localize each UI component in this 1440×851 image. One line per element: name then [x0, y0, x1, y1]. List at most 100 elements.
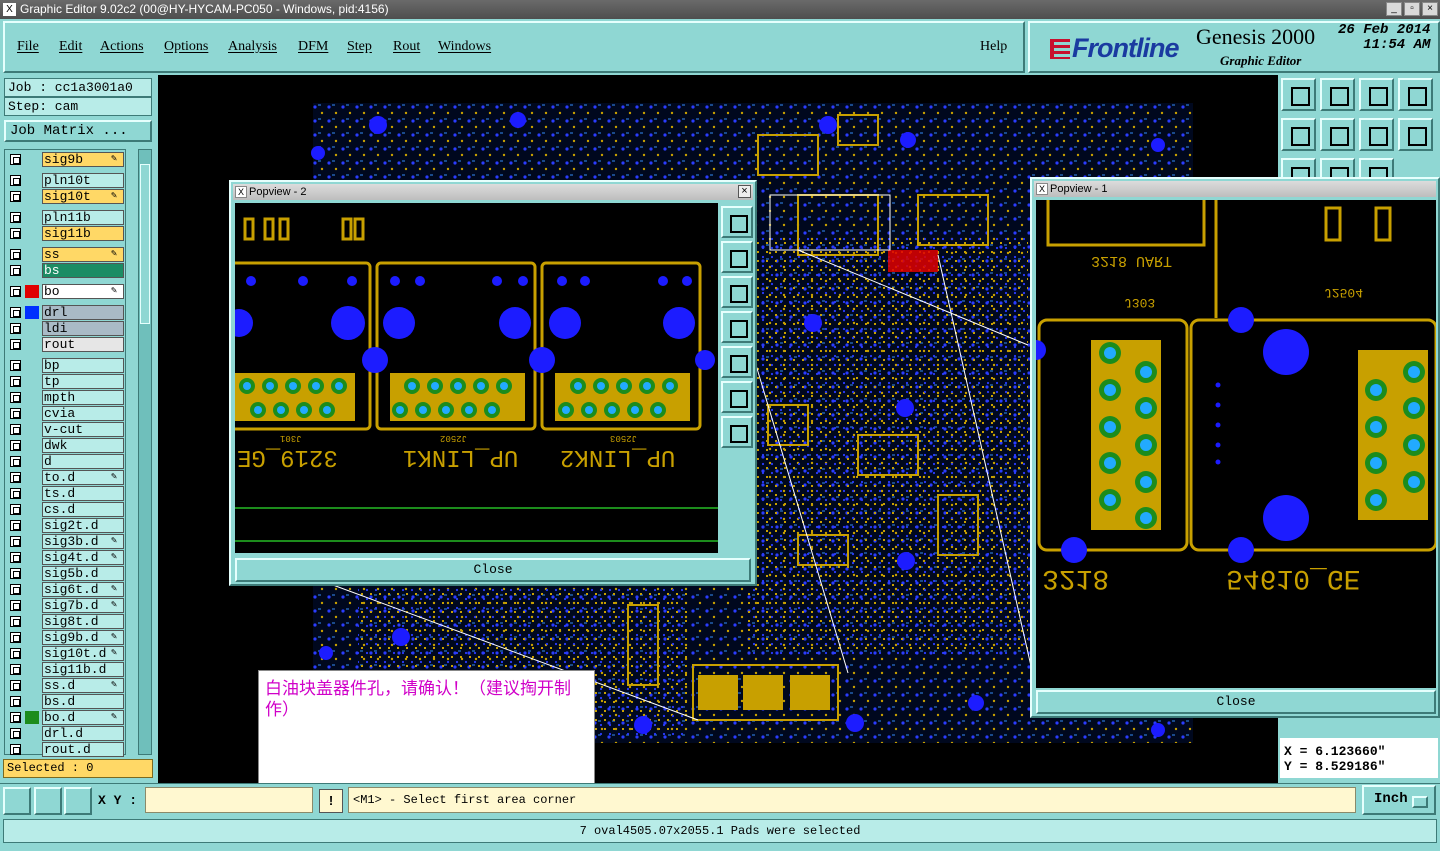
home-icon[interactable] [1359, 78, 1394, 111]
layer-row[interactable]: sig11b [5, 226, 127, 241]
layer-checkbox[interactable] [10, 191, 21, 202]
layer-row[interactable]: pln11b [5, 210, 127, 225]
layer-checkbox[interactable] [10, 228, 21, 239]
xy-input[interactable] [145, 787, 313, 813]
layer-name[interactable]: sig9b.d ✎ [42, 630, 124, 645]
layer-row[interactable]: sig9b.d ✎ [5, 630, 127, 645]
mirror-icon[interactable] [1398, 118, 1433, 151]
menu-actions[interactable]: Actions [100, 39, 144, 55]
layer-checkbox[interactable] [10, 456, 21, 467]
layer-name[interactable]: pln10t [42, 173, 124, 188]
layer-row[interactable]: sig6t.d ✎ [5, 582, 127, 597]
menu-analysis[interactable]: Analysis [228, 39, 277, 55]
layer-checkbox[interactable] [10, 339, 21, 350]
layer-checkbox[interactable] [10, 424, 21, 435]
units-selector[interactable]: Inch [1362, 785, 1436, 815]
layer-row[interactable]: sig2t.d [5, 518, 127, 533]
layer-row[interactable]: ss.d ✎ [5, 678, 127, 693]
menu-dfm[interactable]: DFM [298, 39, 328, 55]
pan-left-icon[interactable] [1281, 118, 1316, 151]
layer-name[interactable]: tp [42, 374, 124, 389]
layer-scrollbar[interactable] [138, 149, 152, 755]
layer-name[interactable]: bp [42, 358, 124, 373]
layer-checkbox[interactable] [10, 360, 21, 371]
layer-name[interactable]: sig3b.d ✎ [42, 534, 124, 549]
layer-checkbox[interactable] [10, 744, 21, 755]
menu-rout[interactable]: Rout [393, 39, 420, 55]
menu-options[interactable]: Options [164, 39, 208, 55]
layer-checkbox[interactable] [10, 212, 21, 223]
layer-checkbox[interactable] [10, 488, 21, 499]
pan-up-icon[interactable] [721, 241, 753, 273]
layer-name[interactable]: sig6t.d ✎ [42, 582, 124, 597]
layer-row[interactable]: v-cut [5, 422, 127, 437]
menu-help[interactable]: Help [980, 39, 1007, 55]
layer-name[interactable]: bo.d ✎ [42, 710, 124, 725]
layer-row[interactable]: sig8t.d [5, 614, 127, 629]
pan-right-icon[interactable] [721, 346, 753, 378]
layer-name[interactable]: ss.d ✎ [42, 678, 124, 693]
layer-checkbox[interactable] [10, 175, 21, 186]
popview-1-canvas[interactable]: 3218 54610_GE 3218 UART J303 J2504 [1036, 200, 1436, 688]
layer-name[interactable]: sig10t.d ✎ [42, 646, 124, 661]
layer-row[interactable]: sig10t ✎ [5, 189, 127, 204]
layer-row[interactable]: sig5b.d [5, 566, 127, 581]
layer-row[interactable]: bs [5, 263, 127, 278]
menu-file[interactable]: File [17, 39, 39, 55]
layer-row[interactable]: bo ✎ [5, 284, 127, 299]
layer-checkbox[interactable] [10, 728, 21, 739]
layer-name[interactable]: pln11b [42, 210, 124, 225]
popview-2-close-icon[interactable]: × [738, 185, 751, 198]
layer-checkbox[interactable] [10, 712, 21, 723]
layer-name[interactable]: drl [42, 305, 124, 320]
layer-name[interactable]: ldi [42, 321, 124, 336]
layer-row[interactable]: ts.d [5, 486, 127, 501]
layer-name[interactable]: sig11b [42, 226, 124, 241]
layer-checkbox[interactable] [10, 584, 21, 595]
zoom-tool-icon[interactable] [3, 787, 31, 815]
layer-name[interactable]: bs.d [42, 694, 124, 709]
layer-checkbox[interactable] [10, 265, 21, 276]
layer-row[interactable]: ss ✎ [5, 247, 127, 262]
layer-name[interactable]: to.d ✎ [42, 470, 124, 485]
layer-name[interactable]: sig9b ✎ [42, 152, 124, 167]
layer-checkbox[interactable] [10, 504, 21, 515]
layer-row[interactable]: sig10t.d ✎ [5, 646, 127, 661]
window-icon[interactable] [1398, 78, 1433, 111]
scroll-thumb[interactable] [140, 164, 150, 324]
layer-checkbox[interactable] [10, 408, 21, 419]
layer-row[interactable]: sig9b ✎ [5, 152, 127, 167]
layer-checkbox[interactable] [10, 664, 21, 675]
layer-checkbox[interactable] [10, 568, 21, 579]
close-button[interactable]: × [1422, 2, 1438, 16]
layer-row[interactable]: rout.d [5, 742, 127, 757]
layer-checkbox[interactable] [10, 648, 21, 659]
layer-row[interactable]: bs.d [5, 694, 127, 709]
measure-tool-icon[interactable] [34, 787, 62, 815]
layer-row[interactable]: to.d ✎ [5, 470, 127, 485]
layer-name[interactable]: ts.d [42, 486, 124, 501]
layer-name[interactable]: sig11b.d [42, 662, 124, 677]
layer-row[interactable]: bo.d ✎ [5, 710, 127, 725]
layer-checkbox[interactable] [10, 600, 21, 611]
layer-row[interactable]: cvia [5, 406, 127, 421]
layer-checkbox[interactable] [10, 249, 21, 260]
layer-name[interactable]: sig7b.d ✎ [42, 598, 124, 613]
layer-row[interactable]: rout [5, 337, 127, 352]
layer-checkbox[interactable] [10, 680, 21, 691]
layer-row[interactable]: drl [5, 305, 127, 320]
layer-name[interactable]: v-cut [42, 422, 124, 437]
layer-checkbox[interactable] [10, 440, 21, 451]
layer-name[interactable]: bs [42, 263, 124, 278]
layer-name[interactable]: mpth [42, 390, 124, 405]
layer-checkbox[interactable] [10, 154, 21, 165]
layer-row[interactable]: pln10t [5, 173, 127, 188]
layer-checkbox[interactable] [10, 616, 21, 627]
menu-windows[interactable]: Windows [438, 39, 491, 55]
layer-checkbox[interactable] [10, 376, 21, 387]
layer-row[interactable]: cs.d [5, 502, 127, 517]
layer-name[interactable]: rout [42, 337, 124, 352]
layer-checkbox[interactable] [10, 696, 21, 707]
zoom-in-icon[interactable] [721, 381, 753, 413]
layer-name[interactable]: drl.d [42, 726, 124, 741]
